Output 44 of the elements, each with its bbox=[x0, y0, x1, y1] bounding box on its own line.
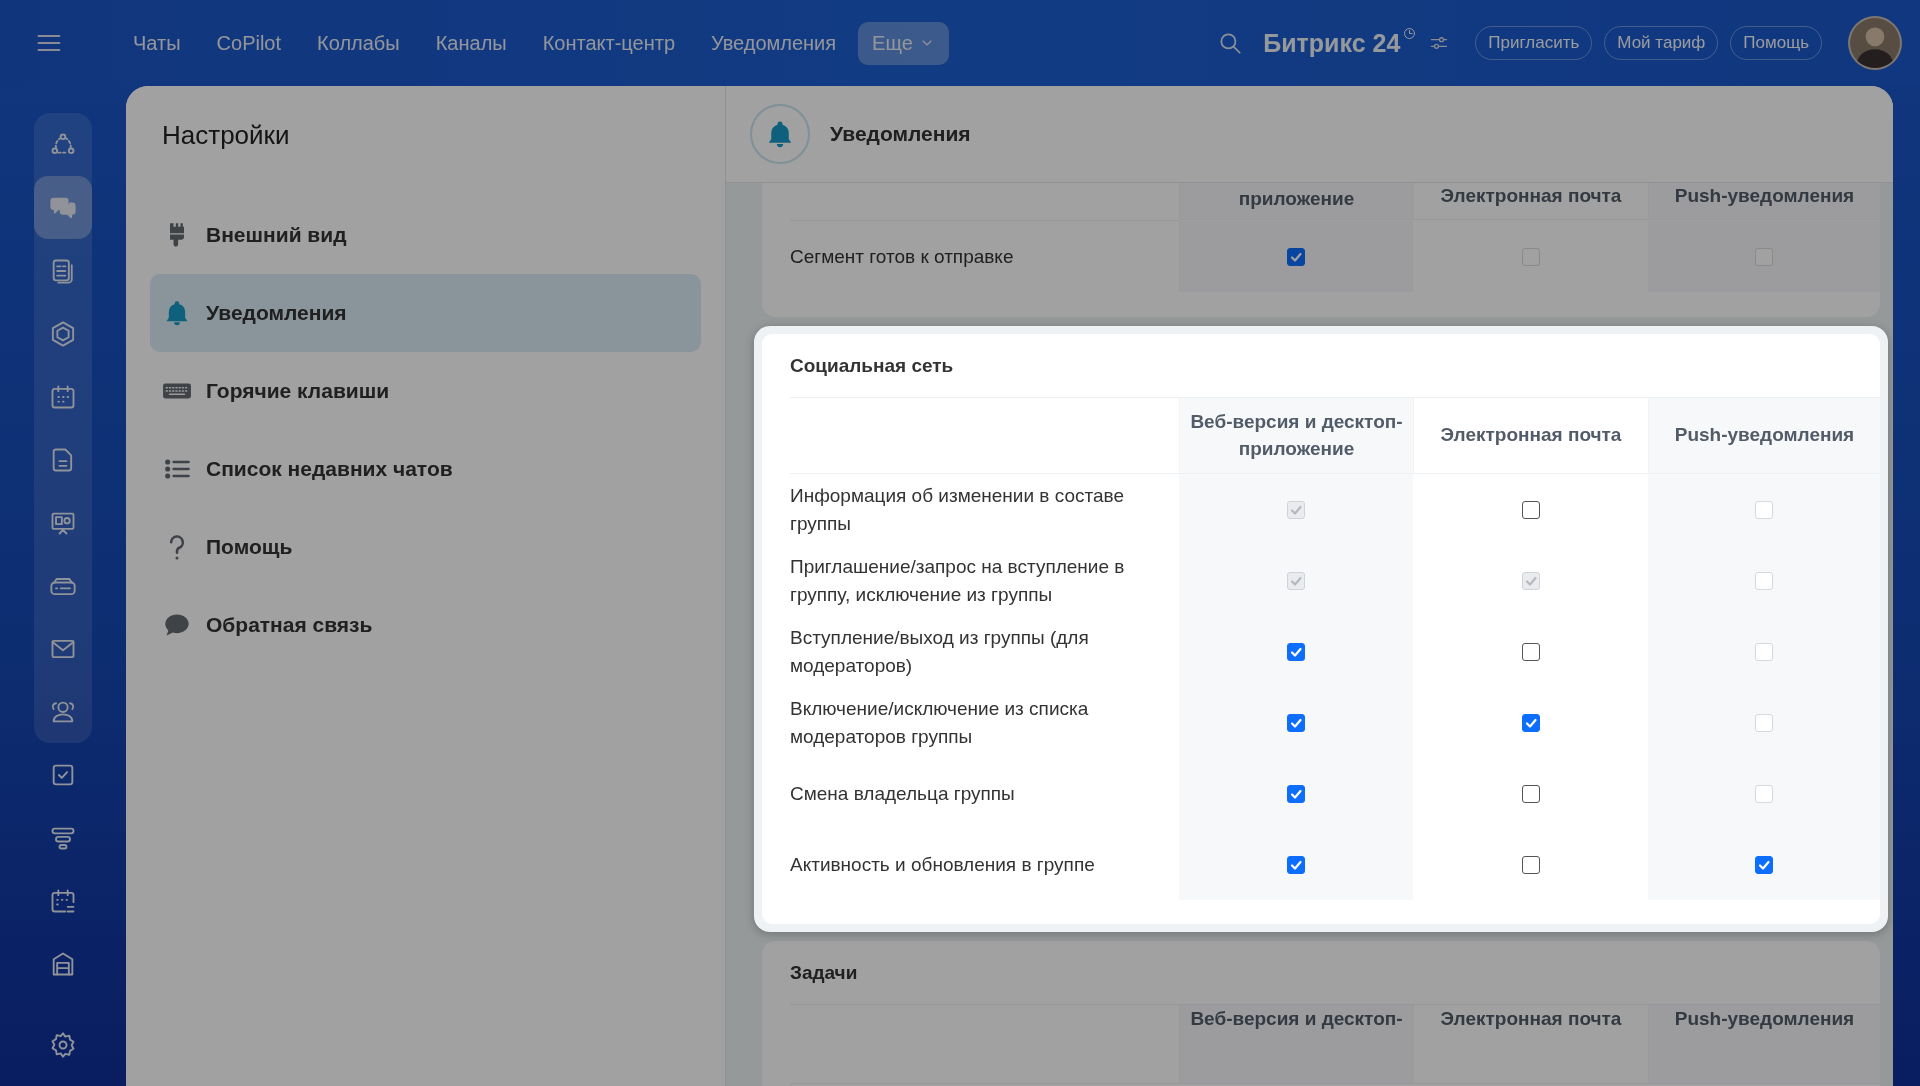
column-header: Push-уведомления bbox=[1648, 398, 1880, 474]
row-label: Информация об изменении в составе группы bbox=[790, 483, 1125, 536]
logo[interactable]: Битрикс 24 bbox=[1263, 28, 1401, 58]
row-label: Активность и обновления в группе bbox=[790, 852, 1096, 877]
checkbox[interactable] bbox=[1287, 247, 1305, 266]
nav-item[interactable]: Чаты bbox=[119, 21, 195, 65]
column-header: Веб-версия и десктоп- bbox=[1179, 1005, 1413, 1084]
settings-title: Настройки bbox=[161, 119, 291, 152]
checkbox[interactable] bbox=[1287, 713, 1305, 732]
checkbox[interactable] bbox=[1521, 855, 1540, 874]
column-header: приложение bbox=[1179, 183, 1413, 220]
settings-menu-item[interactable]: Горячие клавиши bbox=[150, 352, 701, 430]
column-header: Push-уведомления bbox=[1648, 183, 1880, 220]
page-title: Уведомления bbox=[830, 122, 971, 146]
checkbox[interactable] bbox=[1287, 784, 1305, 803]
row-label: Сегмент готов к отправке bbox=[790, 244, 1015, 269]
checkbox[interactable] bbox=[1521, 642, 1540, 661]
checkbox[interactable] bbox=[1521, 713, 1540, 732]
settings-menu-item[interactable]: Помощь bbox=[150, 508, 701, 586]
settings-menu-item[interactable]: Обратная связь bbox=[150, 586, 701, 664]
nav-item[interactable]: Уведомления bbox=[697, 21, 851, 65]
avatar[interactable] bbox=[1848, 16, 1902, 70]
checkbox[interactable] bbox=[1287, 642, 1305, 661]
column-header: Push-уведомления bbox=[1648, 1005, 1880, 1084]
nav-item[interactable]: CoPilot bbox=[202, 21, 296, 65]
nav-item[interactable]: Контакт-центр bbox=[528, 21, 690, 65]
nav-item[interactable]: Каналы bbox=[421, 21, 521, 65]
settings-menu-item[interactable]: Внешний вид bbox=[150, 196, 701, 274]
hexagon-icon bbox=[49, 319, 77, 348]
search-icon[interactable] bbox=[1217, 30, 1244, 56]
checkbox[interactable] bbox=[1521, 500, 1540, 519]
row-label: Вступление/выход из группы (для модераторов) bbox=[790, 625, 1090, 678]
row-label: Приглашение/запрос на вступление в группу, исключение из группы bbox=[790, 554, 1126, 607]
settings-icon bbox=[49, 1030, 77, 1059]
column-header: Веб-версия и десктоп-приложение bbox=[1179, 398, 1413, 474]
checkbox[interactable] bbox=[1755, 855, 1773, 874]
settings-menu-item[interactable]: Уведомления bbox=[150, 274, 701, 352]
settings-menu-item[interactable]: Список недавних чатов bbox=[150, 430, 701, 508]
row-label: Включение/исключение из списка модераторов группы bbox=[790, 696, 1090, 749]
checkbox[interactable] bbox=[1287, 855, 1305, 874]
checkbox[interactable] bbox=[1521, 784, 1540, 803]
row-label: Смена владельца группы bbox=[790, 781, 1016, 806]
nav-item[interactable]: Коллабы bbox=[303, 21, 414, 65]
clock-icon[interactable] bbox=[1402, 25, 1418, 41]
